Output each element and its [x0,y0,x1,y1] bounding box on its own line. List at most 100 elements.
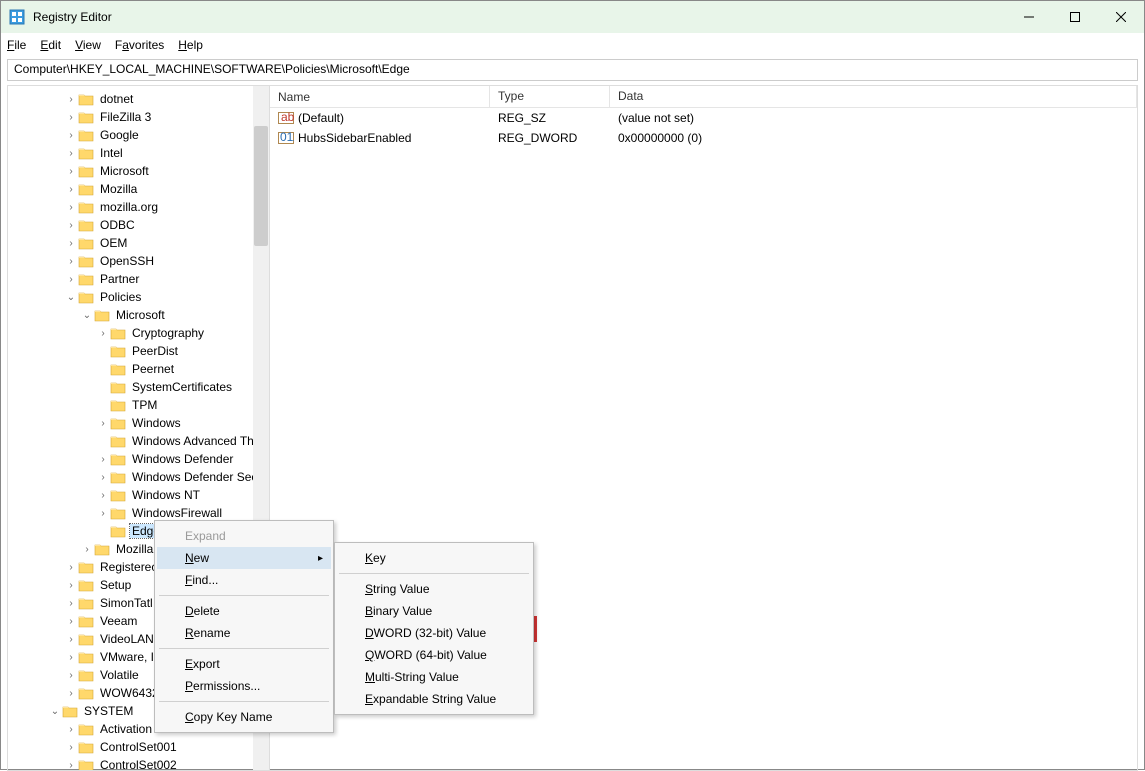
tree-item[interactable]: Windows [8,414,269,432]
chevron-icon[interactable] [64,274,78,285]
chevron-icon[interactable] [64,724,78,735]
menu-help[interactable]: Help [178,38,203,52]
tree-item[interactable]: Microsoft [8,162,269,180]
value-row[interactable]: 011HubsSidebarEnabledREG_DWORD0x00000000… [270,128,1137,148]
chevron-icon[interactable] [48,706,62,717]
value-row[interactable]: ab(Default)REG_SZ(value not set) [270,108,1137,128]
tree-label: Microsoft [98,164,151,178]
menu-favorites[interactable]: Favorites [115,38,164,52]
tree-label: VideoLAN [98,632,156,646]
close-button[interactable] [1098,1,1144,33]
tree-item[interactable]: Microsoft [8,306,269,324]
maximize-button[interactable] [1052,1,1098,33]
tree-item[interactable]: Windows Defender Sec [8,468,269,486]
tree-item[interactable]: FileZilla 3 [8,108,269,126]
tree-item[interactable]: Google [8,126,269,144]
tree-item[interactable]: Windows Advanced Th [8,432,269,450]
menu-edit[interactable]: Edit [40,38,61,52]
tree-item[interactable]: Peernet [8,360,269,378]
chevron-icon[interactable] [64,670,78,681]
ctx-new-string[interactable]: String Value [337,578,531,600]
chevron-icon[interactable] [96,328,110,339]
col-type[interactable]: Type [490,86,610,107]
tree-label: Windows Defender Sec [130,470,259,484]
chevron-icon[interactable] [64,166,78,177]
tree-item[interactable]: Intel [8,144,269,162]
ctx-find[interactable]: Find... [157,569,331,591]
tree-item[interactable]: SystemCertificates [8,378,269,396]
chevron-icon[interactable] [64,616,78,627]
tree-item[interactable]: Windows Defender [8,450,269,468]
ctx-new[interactable]: New ▸ [157,547,331,569]
ctx-new-binary[interactable]: Binary Value [337,600,531,622]
value-name: 011HubsSidebarEnabled [270,129,490,147]
chevron-icon[interactable] [64,94,78,105]
value-type: REG_SZ [490,110,610,126]
tree-item[interactable]: Windows NT [8,486,269,504]
chevron-icon[interactable] [80,544,94,555]
ctx-new-expandable[interactable]: Expandable String Value [337,688,531,710]
chevron-icon[interactable] [64,760,78,771]
ctx-copy-key-name[interactable]: Copy Key Name [157,706,331,728]
tree-item[interactable]: dotnet [8,90,269,108]
chevron-icon[interactable] [64,202,78,213]
menu-view[interactable]: View [75,38,101,52]
ctx-export[interactable]: Export [157,653,331,675]
chevron-icon[interactable] [64,634,78,645]
tree-item[interactable]: OEM [8,234,269,252]
submenu-arrow-icon: ▸ [318,553,323,564]
tree-label: PeerDist [130,344,180,358]
ctx-new-multistring[interactable]: Multi-String Value [337,666,531,688]
tree-item[interactable]: PeerDist [8,342,269,360]
chevron-icon[interactable] [64,562,78,573]
chevron-icon[interactable] [64,598,78,609]
chevron-icon[interactable] [64,112,78,123]
chevron-icon[interactable] [96,490,110,501]
ctx-new-qword[interactable]: QWORD (64-bit) Value [337,644,531,666]
chevron-icon[interactable] [96,418,110,429]
tree-item[interactable]: Policies [8,288,269,306]
chevron-icon[interactable] [96,472,110,483]
ctx-new-label: New [185,551,209,565]
tree-item[interactable]: TPM [8,396,269,414]
ctx-permissions[interactable]: Permissions... [157,675,331,697]
tree-label: OpenSSH [98,254,156,268]
address-bar[interactable]: Computer\HKEY_LOCAL_MACHINE\SOFTWARE\Pol… [7,59,1138,81]
ctx-expand[interactable]: Expand [157,525,331,547]
minimize-button[interactable] [1006,1,1052,33]
ctx-delete[interactable]: Delete [157,600,331,622]
chevron-icon[interactable] [64,742,78,753]
tree-item[interactable]: ODBC [8,216,269,234]
chevron-icon[interactable] [80,310,94,321]
ctx-new-dword[interactable]: DWORD (32-bit) Value [337,622,531,644]
chevron-icon[interactable] [64,688,78,699]
titlebar: Registry Editor [1,1,1144,33]
chevron-icon[interactable] [64,238,78,249]
menu-file[interactable]: File [7,38,26,52]
tree-item[interactable]: Cryptography [8,324,269,342]
tree-label: Windows NT [130,488,202,502]
chevron-icon[interactable] [96,454,110,465]
tree-item[interactable]: ControlSet001 [8,738,269,756]
col-data[interactable]: Data [610,86,1137,107]
scrollbar-thumb[interactable] [254,126,268,246]
chevron-icon[interactable] [64,292,78,303]
ctx-new-key[interactable]: Key [337,547,531,569]
tree-item[interactable]: mozilla.org [8,198,269,216]
tree-label: mozilla.org [98,200,160,214]
chevron-icon[interactable] [64,580,78,591]
tree-item[interactable]: ControlSet002 [8,756,269,770]
tree-item[interactable]: OpenSSH [8,252,269,270]
tree-item[interactable]: Partner [8,270,269,288]
chevron-icon[interactable] [64,256,78,267]
chevron-icon[interactable] [64,184,78,195]
ctx-rename[interactable]: Rename [157,622,331,644]
value-data: 0x00000000 (0) [610,130,1137,146]
chevron-icon[interactable] [64,652,78,663]
chevron-icon[interactable] [64,130,78,141]
col-name[interactable]: Name [270,86,490,107]
chevron-icon[interactable] [64,220,78,231]
chevron-icon[interactable] [64,148,78,159]
chevron-icon[interactable] [96,508,110,519]
tree-item[interactable]: Mozilla [8,180,269,198]
